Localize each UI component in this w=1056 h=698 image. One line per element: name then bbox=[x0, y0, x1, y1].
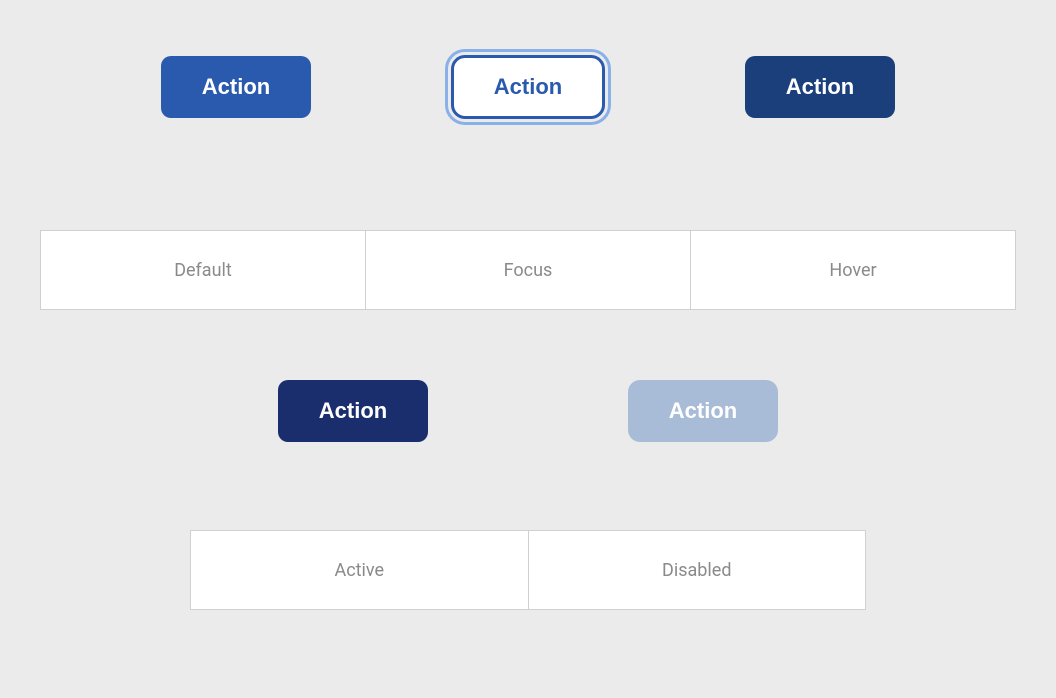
default-button-column: Action bbox=[90, 56, 382, 118]
label-disabled: Disabled bbox=[529, 531, 866, 609]
default-button[interactable]: Action bbox=[161, 56, 311, 118]
button-row-2: Action Action bbox=[90, 380, 966, 442]
button-row-1: Action Action Action bbox=[90, 55, 966, 119]
labels-row-1: Default Focus Hover bbox=[40, 230, 1016, 310]
label-active: Active bbox=[191, 531, 529, 609]
label-hover: Hover bbox=[691, 231, 1015, 309]
page-container: Action Action Action Default Focus Hover… bbox=[0, 0, 1056, 698]
hover-button[interactable]: Action bbox=[745, 56, 895, 118]
labels-row-2: Active Disabled bbox=[190, 530, 866, 610]
focus-button[interactable]: Action bbox=[451, 55, 605, 119]
hover-button-column: Action bbox=[674, 56, 966, 118]
focus-button-column: Action bbox=[382, 55, 674, 119]
label-focus: Focus bbox=[366, 231, 691, 309]
disabled-button: Action bbox=[628, 380, 778, 442]
active-button[interactable]: Action bbox=[278, 380, 428, 442]
label-default: Default bbox=[41, 231, 366, 309]
